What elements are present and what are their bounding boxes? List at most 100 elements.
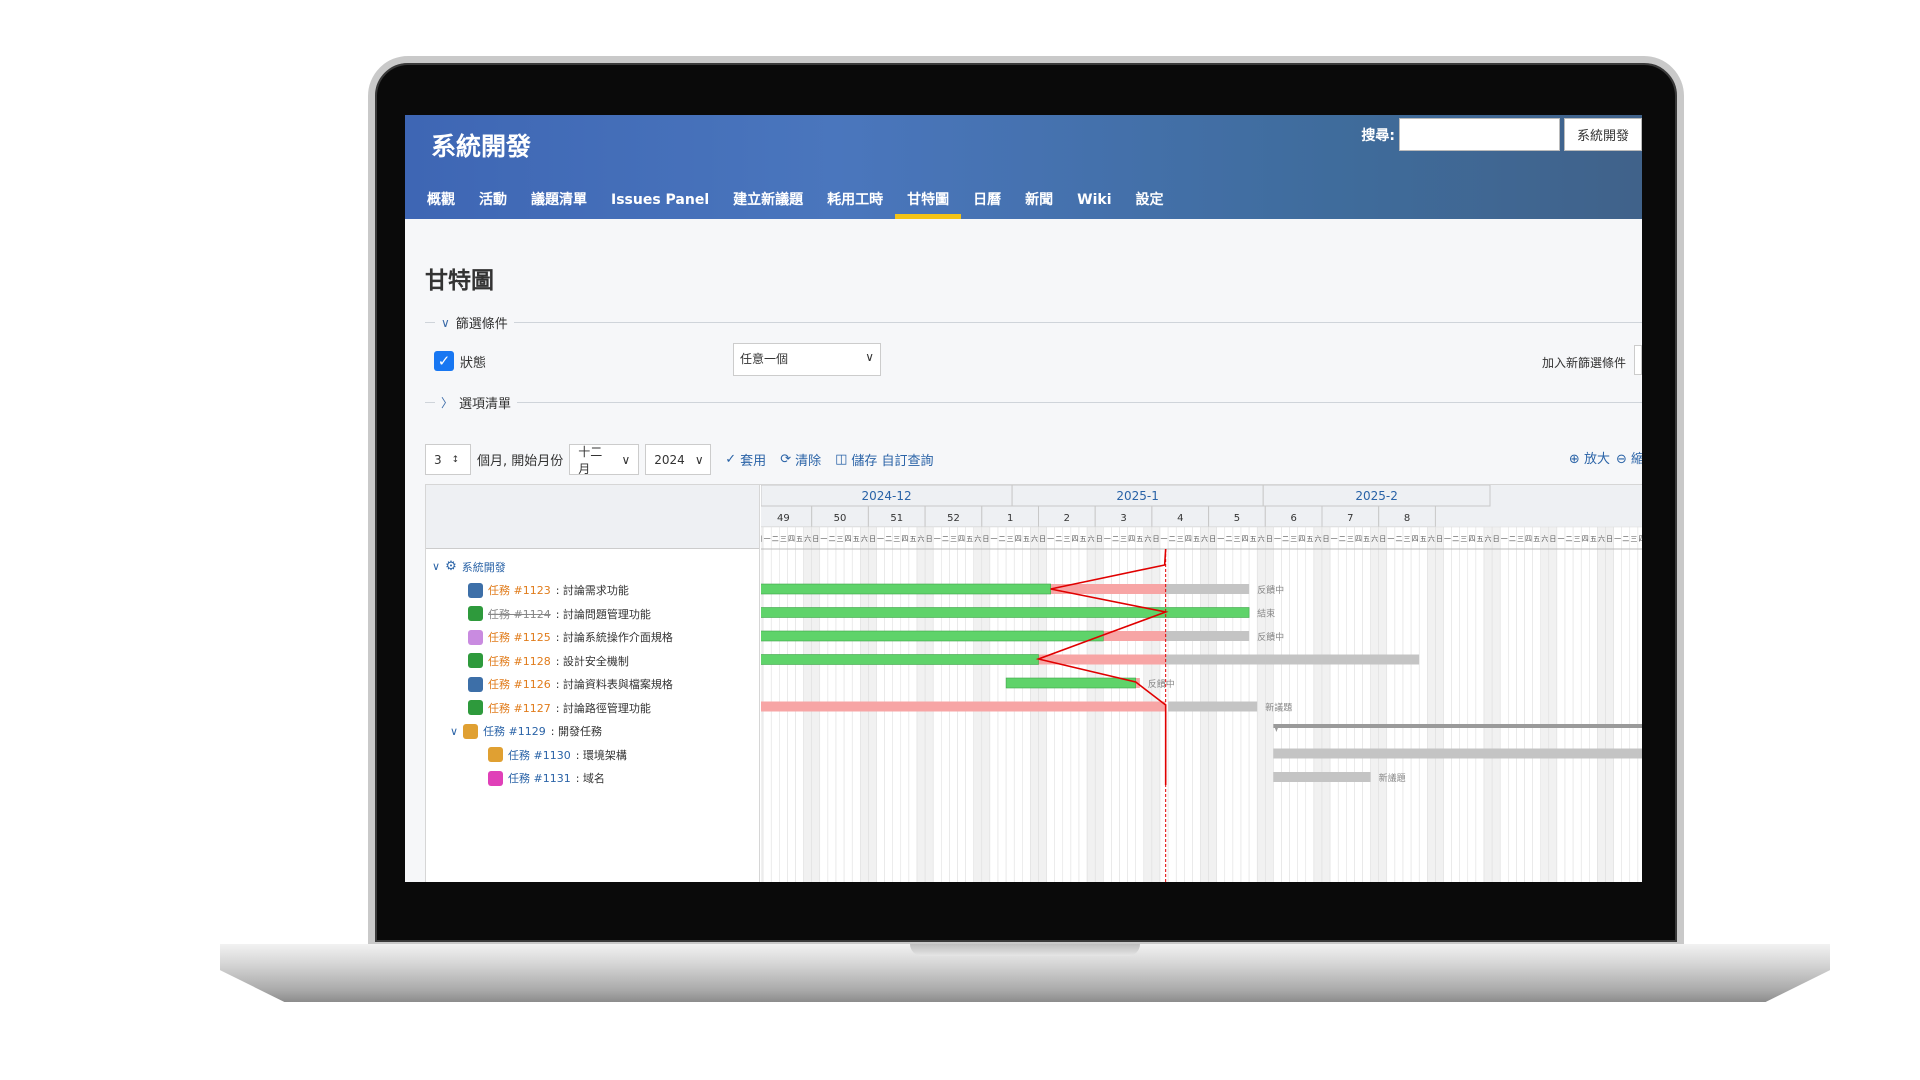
add-filter-select[interactable] (1634, 345, 1642, 375)
apply-button[interactable]: ✓ 套用 (725, 450, 766, 469)
weekday-label: 五 (1250, 535, 1257, 543)
issue-link[interactable]: 任務 #1124 (488, 606, 551, 622)
tab-gantt[interactable]: 甘特圖 (895, 183, 962, 219)
week-label: 5 (1234, 513, 1240, 524)
save-query-button[interactable]: ◫ 儲存 自訂查詢 (835, 450, 933, 469)
issue-subject: : 開發任務 (550, 725, 602, 738)
weekday-label: 二 (772, 535, 779, 543)
issue-link[interactable]: 任務 #1130 (508, 747, 571, 763)
tab-settings[interactable]: 設定 (1124, 183, 1176, 219)
tab-issues-panel[interactable]: Issues Panel (599, 183, 721, 219)
tab-new-issue[interactable]: 建立新議題 (721, 183, 815, 219)
issue-row[interactable]: 任務 #1130: 環境架構 (488, 743, 627, 766)
day-column (1548, 526, 1558, 882)
weekday-label: 六 (1541, 534, 1548, 543)
search-input[interactable] (1399, 118, 1560, 151)
weekday-label: 五 (1306, 535, 1313, 543)
issue-row[interactable]: 任務 #1131: 域名 (488, 767, 605, 790)
zoom-in-button[interactable]: ⊕ 放大 (1569, 448, 1610, 467)
weekday-label: 一 (1217, 535, 1224, 543)
chevron-down-icon: ∨ (865, 350, 874, 364)
status-label: 結束 (1257, 608, 1275, 620)
weekday-label: 五 (1023, 535, 1030, 543)
issue-link[interactable]: 任務 #1131 (508, 770, 571, 786)
content: 甘特圖 ∨ 篩選條件 ✓ 狀態 任意一個 ∨ 加入新篩選條件 〉 選項清單 3 … (405, 219, 1642, 882)
issue-link[interactable]: 任務 #1125 (488, 629, 551, 645)
gear-icon (468, 700, 483, 715)
status-operator-select[interactable]: 任意一個 ∨ (733, 343, 881, 376)
issue-link[interactable]: 任務 #1126 (488, 676, 551, 692)
day-column (1605, 526, 1614, 882)
weekday-label: 四 (1525, 535, 1532, 543)
issue-subject: : 討論資料表與檔案規格 (555, 678, 673, 691)
options-legend[interactable]: 〉 選項清單 (425, 393, 1642, 412)
tab-calendar[interactable]: 日曆 (961, 183, 1013, 219)
day-column (1508, 526, 1517, 882)
month-select-value: 十二月 (578, 444, 603, 476)
issue-row[interactable]: ∨ 任務 #1129 : 開發任務 (450, 720, 602, 743)
day-column (1483, 526, 1493, 882)
month-select[interactable]: 十二月 ∨ (569, 444, 640, 476)
issue-subject: : 討論問題管理功能 (555, 607, 651, 621)
weekday-label: 三 (1630, 535, 1637, 543)
weekday-label: 一 (877, 535, 884, 543)
tab-news[interactable]: 新聞 (1013, 183, 1065, 219)
issue-row[interactable]: 任務 #1125: 討論系統操作介面規格 (468, 626, 673, 649)
weekday-label: 六 (1258, 534, 1265, 543)
issue-link[interactable]: 任務 #1129 (483, 723, 546, 739)
day-column (1346, 526, 1355, 882)
weekday-label: 日 (1606, 535, 1613, 543)
weekday-label: 日 (1379, 535, 1386, 543)
status-checkbox[interactable]: ✓ (434, 351, 454, 371)
weekday-label: 一 (1104, 535, 1111, 543)
tab-time-entries[interactable]: 耗用工時 (815, 183, 895, 219)
issue-link[interactable]: 任務 #1128 (488, 653, 551, 669)
project-row[interactable]: ∨ ⚙ 系統開發 (432, 555, 506, 578)
day-column (1597, 526, 1606, 882)
zoom-out-button[interactable]: ⊖ 縮 (1616, 448, 1642, 467)
recycle-icon (468, 606, 483, 621)
tab-issues[interactable]: 議題清單 (519, 183, 599, 219)
month-label: 2025-1 (1116, 489, 1159, 503)
issue-row[interactable]: 任務 #1128: 設計安全機制 (468, 649, 629, 672)
weekday-label: 日 (1039, 535, 1046, 543)
week-label: 4 (1177, 513, 1183, 524)
issue-row[interactable]: 任務 #1123 : 討論需求功能 (468, 579, 629, 602)
tab-wiki[interactable]: Wiki (1065, 183, 1123, 219)
weekday-label: 三 (837, 535, 844, 543)
weekday-label: 一 (1501, 535, 1508, 543)
weekday-label: 日 (1549, 535, 1556, 543)
day-column (1427, 526, 1436, 882)
issue-link[interactable]: 任務 #1127 (488, 700, 551, 716)
project-link[interactable]: 系統開發 (462, 559, 506, 575)
filters-legend[interactable]: ∨ 篩選條件 (425, 313, 1642, 332)
tab-overview[interactable]: 概觀 (415, 183, 467, 219)
issue-row[interactable]: 任務 #1124 : 討論問題管理功能 (468, 602, 651, 625)
weekday-label: 日 (1096, 535, 1103, 543)
issue-link[interactable]: 任務 #1123 (488, 582, 551, 598)
project-jump-button[interactable]: 系統開發 (1564, 118, 1642, 151)
project-title[interactable]: 系統開發 (431, 127, 531, 163)
issue-row[interactable]: 任務 #1126 : 討論資料表與檔案規格 (468, 673, 673, 696)
day-column (1613, 526, 1622, 882)
issue-subject: : 討論需求功能 (555, 584, 629, 597)
issue-row[interactable]: 任務 #1127: 討論路徑管理功能 (468, 696, 651, 719)
months-stepper[interactable]: 3 ↕ (425, 444, 471, 475)
tab-activity[interactable]: 活動 (467, 183, 519, 219)
todo-bar (1273, 772, 1371, 782)
weekday-label: 一 (1047, 535, 1054, 543)
weekday-label: 二 (1566, 535, 1573, 543)
week-label: 1 (1007, 513, 1013, 524)
weekday-label: 日 (1493, 535, 1500, 543)
done-bar (761, 583, 1051, 595)
year-select[interactable]: 2024 ∨ (645, 444, 712, 475)
zoom-out-label: 縮 (1630, 452, 1642, 467)
screen: 系統開發 搜尋: 系統開發 概觀 活動 議題清單 Issues Panel 建立… (405, 115, 1642, 882)
chevron-down-icon: ∨ (694, 452, 704, 467)
chevron-down-icon[interactable]: ∨ (432, 560, 440, 573)
weekday-label: 一 (934, 535, 941, 543)
weekday-label: 六 (918, 534, 925, 543)
chevron-down-icon[interactable]: ∨ (450, 725, 458, 738)
clear-button[interactable]: ⟳ 清除 (780, 450, 821, 469)
done-bar (1005, 677, 1137, 689)
